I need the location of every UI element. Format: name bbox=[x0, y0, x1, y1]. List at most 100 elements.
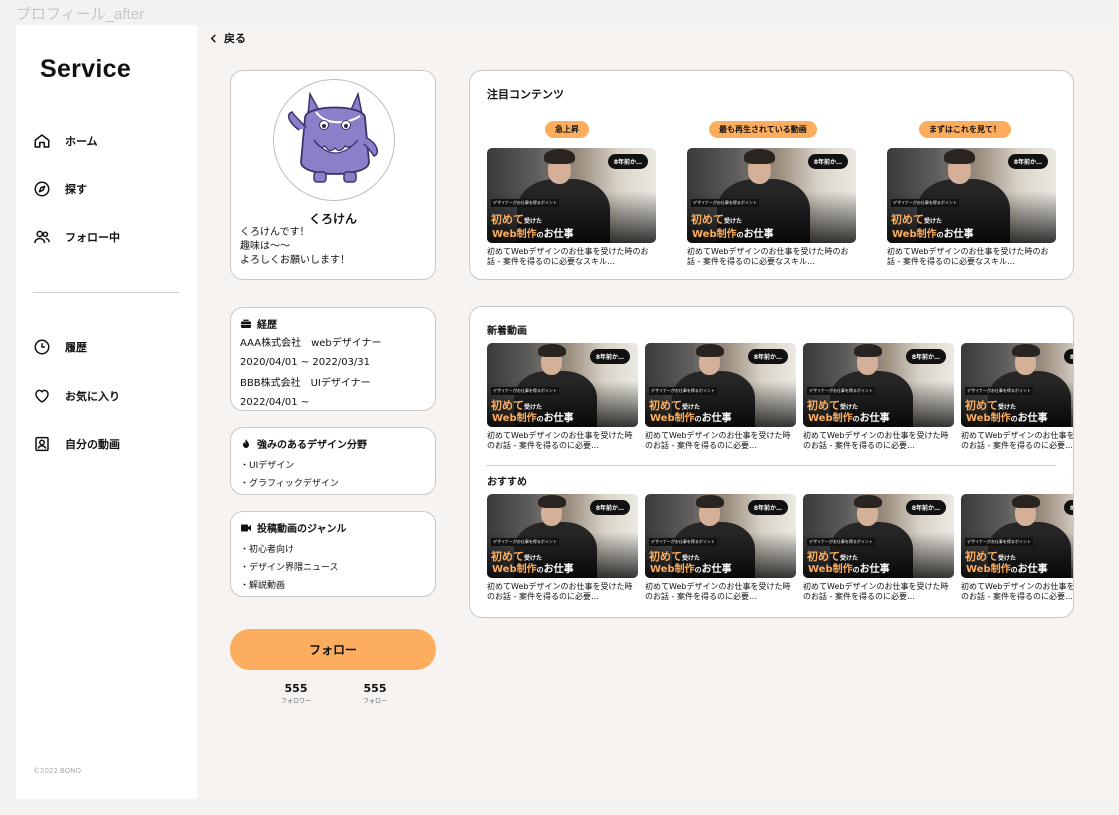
thumb-word: Web制作 bbox=[808, 564, 853, 576]
compass-icon bbox=[34, 181, 50, 197]
thumb-word: 受けた bbox=[524, 554, 543, 562]
video-thumbnail[interactable]: 8年前か…デザイナーがお仕事を得るポイント初めて受けたWeb制作のお仕事 bbox=[887, 148, 1056, 243]
thumb-headline-2: Web制作のお仕事 bbox=[650, 414, 732, 424]
thumb-caption: デザイナーがお仕事を得るポイント bbox=[649, 387, 717, 396]
monster-illustration bbox=[287, 91, 379, 183]
follow-button[interactable]: フォロー bbox=[230, 629, 436, 670]
video-title[interactable]: 初めてWebデザインのお仕事を受けた時のお話 - 案件を得るのに必要なスキル… bbox=[887, 247, 1056, 267]
thumb-caption: デザイナーがお仕事を得るポイント bbox=[965, 538, 1033, 547]
thumb-word: お仕事 bbox=[859, 413, 890, 425]
thumb-caption: デザイナーがお仕事を得るポイント bbox=[491, 198, 559, 207]
thumb-hair bbox=[696, 494, 724, 509]
video-card[interactable]: 8年前か…デザイナーがお仕事を得るポイント初めて受けたWeb制作のお仕事初めてW… bbox=[803, 494, 954, 602]
thumb-headline-1: 初めて受けた bbox=[491, 210, 542, 226]
speech-bubble: 8年前か… bbox=[1063, 500, 1073, 515]
video-title[interactable]: 初めてWebデザインのお仕事を受けた時のお話 - 案件を得るのに必要… bbox=[645, 582, 796, 602]
thumb-word: お仕事 bbox=[943, 229, 974, 241]
sidebar-item-label: 履歴 bbox=[65, 341, 87, 354]
video-card[interactable]: 8年前か…デザイナーがお仕事を得るポイント初めて受けたWeb制作のお仕事初めてW… bbox=[487, 343, 638, 451]
tag-badge: 最も再生されている動画 bbox=[709, 121, 817, 138]
thumb-hair bbox=[744, 148, 775, 165]
thumb-word: Web制作 bbox=[692, 229, 737, 241]
back-link[interactable]: 戻る bbox=[210, 30, 246, 46]
recommended-title: おすすめ bbox=[487, 477, 527, 488]
video-title[interactable]: 初めてWebデザインのお仕事を受けた時のお話 - 案件を得るのに必要… bbox=[961, 431, 1073, 451]
strengths-title: 強みのあるデザイン分野 bbox=[257, 440, 367, 451]
thumb-word: 初めて bbox=[649, 549, 682, 563]
video-card[interactable]: 8年前か…デザイナーがお仕事を得るポイント初めて受けたWeb制作のお仕事初めてW… bbox=[803, 343, 954, 451]
video-thumbnail[interactable]: 8年前か…デザイナーがお仕事を得るポイント初めて受けたWeb制作のお仕事 bbox=[687, 148, 856, 243]
video-card[interactable]: 8年前か…デザイナーがお仕事を得るポイント初めて受けたWeb制作のお仕事初めてW… bbox=[961, 343, 1073, 451]
video-card[interactable]: 8年前か…デザイナーがお仕事を得るポイント初めて受けたWeb制作のお仕事初めてW… bbox=[645, 494, 796, 602]
thumb-headline-2: Web制作のお仕事 bbox=[808, 565, 890, 575]
thumb-word: の bbox=[536, 566, 544, 575]
sidebar-item-favorites[interactable]: お気に入り bbox=[33, 387, 120, 405]
video-thumbnail[interactable]: 8年前か…デザイナーがお仕事を得るポイント初めて受けたWeb制作のお仕事 bbox=[487, 343, 638, 427]
thumb-word: 受けた bbox=[724, 217, 743, 225]
video-thumbnail[interactable]: 8年前か…デザイナーがお仕事を得るポイント初めて受けたWeb制作のお仕事 bbox=[645, 343, 796, 427]
thumb-word: Web制作 bbox=[492, 413, 537, 425]
thumb-word: 初めて bbox=[491, 549, 524, 563]
video-thumbnail[interactable]: 8年前か…デザイナーがお仕事を得るポイント初めて受けたWeb制作のお仕事 bbox=[645, 494, 796, 578]
clock-icon bbox=[34, 339, 50, 355]
video-camera-icon bbox=[241, 524, 251, 531]
thumb-word: 初めて bbox=[491, 398, 524, 412]
video-title[interactable]: 初めてWebデザインのお仕事を受けた時のお話 - 案件を得るのに必要… bbox=[645, 431, 796, 451]
sidebar-item-explore[interactable]: 探す bbox=[33, 180, 87, 198]
frame-title: プロフィール_after bbox=[16, 6, 145, 23]
genres-title: 投稿動画のジャンル bbox=[257, 524, 347, 535]
thumb-headline-1: 初めて受けた bbox=[807, 396, 858, 412]
sidebar-item-home[interactable]: ホーム bbox=[33, 132, 98, 150]
copyright: ©2022 BONO bbox=[33, 767, 81, 775]
thumb-headline-2: Web制作のお仕事 bbox=[650, 565, 732, 575]
video-thumbnail[interactable]: 8年前か…デザイナーがお仕事を得るポイント初めて受けたWeb制作のお仕事 bbox=[803, 343, 954, 427]
thumb-word: Web制作 bbox=[492, 564, 537, 576]
video-thumbnail[interactable]: 8年前か…デザイナーがお仕事を得るポイント初めて受けたWeb制作のお仕事 bbox=[803, 494, 954, 578]
sidebar-item-label: 探す bbox=[65, 183, 87, 196]
following-stat[interactable]: 555 フォロー bbox=[345, 682, 405, 705]
video-title[interactable]: 初めてWebデザインのお仕事を受けた時のお話 - 案件を得るのに必要… bbox=[487, 431, 638, 451]
profile-bio: くろけんです！ 趣味は〜〜 よろしくお願いします！ bbox=[240, 226, 350, 268]
video-title[interactable]: 初めてWebデザインのお仕事を受けた時のお話 - 案件を得るのに必要なスキル… bbox=[487, 247, 656, 267]
app-logo[interactable]: Service bbox=[40, 55, 131, 84]
video-card[interactable]: 8年前か…デザイナーがお仕事を得るポイント初めて受けたWeb制作のお仕事初めてW… bbox=[887, 148, 1056, 267]
thumb-word: 初めて bbox=[691, 212, 724, 226]
genres-list: ・初心者向け ・デザイン界隈ニュース ・解説動画 bbox=[240, 541, 339, 595]
user-square-icon bbox=[35, 436, 49, 452]
video-card[interactable]: 8年前か…デザイナーがお仕事を得るポイント初めて受けたWeb制作のお仕事初めてW… bbox=[961, 494, 1073, 602]
thumb-word: の bbox=[852, 566, 860, 575]
thumb-headline-1: 初めて受けた bbox=[649, 547, 700, 563]
speech-bubble: 8年前か… bbox=[589, 500, 630, 515]
list-item: ・グラフィックデザイン bbox=[240, 479, 339, 489]
sidebar-item-following[interactable]: フォロー中 bbox=[33, 228, 120, 246]
thumb-word: の bbox=[694, 415, 702, 424]
video-title[interactable]: 初めてWebデザインのお仕事を受けた時のお話 - 案件を得るのに必要… bbox=[803, 582, 954, 602]
video-card[interactable]: 8年前か…デザイナーがお仕事を得るポイント初めて受けたWeb制作のお仕事初めてW… bbox=[487, 494, 638, 602]
video-thumbnail[interactable]: 8年前か…デザイナーがお仕事を得るポイント初めて受けたWeb制作のお仕事 bbox=[961, 343, 1073, 427]
thumb-word: 初めて bbox=[807, 398, 840, 412]
video-title[interactable]: 初めてWebデザインのお仕事を受けた時のお話 - 案件を得るのに必要… bbox=[487, 582, 638, 602]
video-title[interactable]: 初めてWebデザインのお仕事を受けた時のお話 - 案件を得るのに必要… bbox=[803, 431, 954, 451]
thumb-caption: デザイナーがお仕事を得るポイント bbox=[491, 538, 559, 547]
thumb-word: 初めて bbox=[965, 549, 998, 563]
sidebar-divider bbox=[33, 292, 179, 293]
video-thumbnail[interactable]: 8年前か…デザイナーがお仕事を得るポイント初めて受けたWeb制作のお仕事 bbox=[487, 148, 656, 243]
thumb-word: 受けた bbox=[998, 403, 1017, 411]
video-thumbnail[interactable]: 8年前か…デザイナーがお仕事を得るポイント初めて受けたWeb制作のお仕事 bbox=[961, 494, 1073, 578]
thumb-word: お仕事 bbox=[743, 229, 774, 241]
video-card[interactable]: 8年前か…デザイナーがお仕事を得るポイント初めて受けたWeb制作のお仕事初めてW… bbox=[645, 343, 796, 451]
thumb-word: の bbox=[536, 231, 544, 240]
video-thumbnail[interactable]: 8年前か…デザイナーがお仕事を得るポイント初めて受けたWeb制作のお仕事 bbox=[487, 494, 638, 578]
thumb-headline-1: 初めて受けた bbox=[491, 396, 542, 412]
followers-stat[interactable]: 555 フォロワー bbox=[266, 682, 326, 705]
video-title[interactable]: 初めてWebデザインのお仕事を受けた時のお話 - 案件を得るのに必要… bbox=[961, 582, 1073, 602]
thumb-headline-1: 初めて受けた bbox=[649, 396, 700, 412]
video-card[interactable]: 8年前か…デザイナーがお仕事を得るポイント初めて受けたWeb制作のお仕事初めてW… bbox=[487, 148, 656, 267]
page: Service ホーム 探す フォロー中 履歴 お気に入り 自分の動画 ©202… bbox=[16, 25, 1119, 799]
sidebar-item-label: フォロー中 bbox=[65, 231, 120, 244]
video-title[interactable]: 初めてWebデザインのお仕事を受けた時のお話 - 案件を得るのに必要なスキル… bbox=[687, 247, 856, 267]
thumb-word: Web制作 bbox=[808, 413, 853, 425]
video-card[interactable]: 8年前か…デザイナーがお仕事を得るポイント初めて受けたWeb制作のお仕事初めてW… bbox=[687, 148, 856, 267]
sidebar-item-history[interactable]: 履歴 bbox=[33, 338, 87, 356]
sidebar-item-my-videos[interactable]: 自分の動画 bbox=[33, 435, 120, 453]
